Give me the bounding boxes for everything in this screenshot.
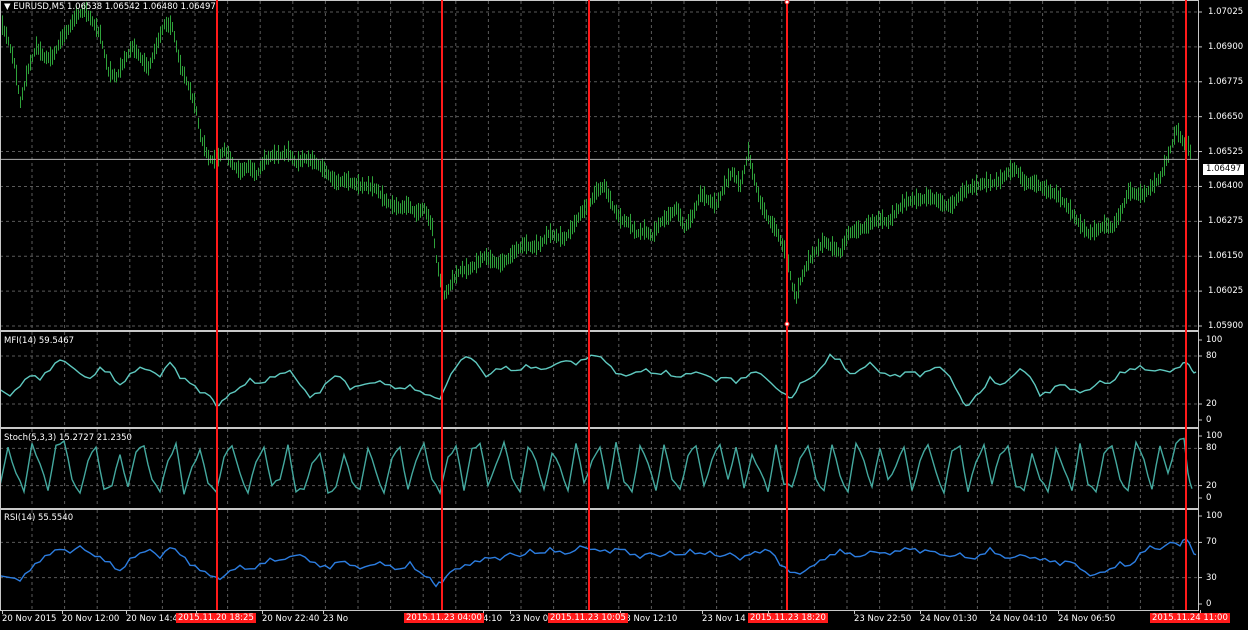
panel-frame xyxy=(0,509,1199,611)
price-panel-header: ▼ EURUSD,M5 1.06538 1.06542 1.06480 1.06… xyxy=(4,2,216,12)
panel-frame xyxy=(0,0,1199,331)
panel-frame xyxy=(0,331,1199,428)
mfi-tick-label: 0 xyxy=(1206,415,1212,425)
current-price-tag: 1.06497 xyxy=(1203,164,1245,175)
x-axis-label: 24 Nov 06:50 xyxy=(1058,614,1116,624)
series-layer xyxy=(0,1,1198,588)
rsi-tick-label: 70 xyxy=(1206,537,1217,548)
mfi-tick-label: 80 xyxy=(1206,351,1217,361)
price-tick-label: 1.05900 xyxy=(1208,321,1244,331)
stoch-tick-label: 100 xyxy=(1206,431,1223,441)
x-axis-label: 20 Nov 2015 xyxy=(2,614,57,624)
rsi-tick-label: 0 xyxy=(1206,599,1212,609)
stoch-tick-label: 20 xyxy=(1206,480,1217,491)
x-axis-label: 23 Nov 22:50 xyxy=(854,614,912,624)
x-axis-label: 23 Nov 0 xyxy=(510,614,549,624)
price-tick-label: 1.06525 xyxy=(1208,146,1244,157)
price-tick-label: 1.06025 xyxy=(1208,286,1244,297)
price-tick-label: 1.06900 xyxy=(1208,41,1244,52)
rsi-line xyxy=(0,538,1197,588)
rsi-label: RSI(14) 55.5540 xyxy=(4,513,74,523)
panel-frames xyxy=(0,0,1199,611)
marker-handle xyxy=(784,0,790,5)
stoch-tick-label: 80 xyxy=(1206,443,1217,454)
price-tick-label: 1.06775 xyxy=(1208,76,1244,87)
dropdown-arrow-icon[interactable]: ▼ xyxy=(4,2,11,12)
marker-time-label[interactable]: 2015.11.23 18:20 xyxy=(748,613,828,623)
x-axis-label: 24 Nov 04:10 xyxy=(990,614,1048,624)
x-axis-label: 23 Nov 14 xyxy=(702,614,746,624)
mfi-label: MFI(14) 59.5467 xyxy=(4,336,75,346)
grid-lines xyxy=(0,1,1202,614)
price-tick-label: 1.06150 xyxy=(1208,251,1244,262)
stoch-tick-label: 0 xyxy=(1206,493,1212,503)
rsi-tick-label: 100 xyxy=(1206,511,1223,521)
marker-handle xyxy=(784,321,790,327)
mfi-line xyxy=(0,353,1197,407)
marker-time-label[interactable]: 2015.11.23 10:05 xyxy=(548,613,628,623)
x-axis-label: 4:10 xyxy=(483,614,503,624)
marker-time-label[interactable]: 2015.11.23 04:00 xyxy=(404,613,484,623)
x-axis-label: 23 No xyxy=(323,614,349,624)
price-tick-label: 1.06400 xyxy=(1208,181,1244,192)
x-axis-label: 23 Nov 12:10 xyxy=(620,614,678,624)
trading-chart[interactable] xyxy=(0,0,1248,630)
price-tick-label: 1.06275 xyxy=(1208,216,1244,227)
marker-time-label[interactable]: 2015.11.24 11:00 xyxy=(1150,613,1230,623)
mfi-tick-label: 100 xyxy=(1206,335,1223,345)
x-axis-label: 24 Nov 01:30 xyxy=(920,614,978,624)
symbol-ohlc-label: EURUSD,M5 1.06538 1.06542 1.06480 1.0649… xyxy=(13,2,216,12)
x-axis-label: 20 Nov 12:00 xyxy=(62,614,120,624)
stoch-label: Stoch(5,3,3) 15.2727 21.2350 xyxy=(4,433,132,443)
x-axis-label: 20 Nov 14:4 xyxy=(126,614,178,624)
rsi-tick-label: 30 xyxy=(1206,572,1217,583)
x-axis-label: 20 Nov 22:40 xyxy=(262,614,320,624)
marker-time-label[interactable]: 2015.11.20 18:25 xyxy=(176,613,256,623)
mfi-tick-label: 20 xyxy=(1206,399,1217,409)
price-tick-label: 1.07025 xyxy=(1208,7,1244,17)
vertical-markers[interactable] xyxy=(216,0,1187,610)
price-tick-label: 1.06650 xyxy=(1208,111,1244,122)
